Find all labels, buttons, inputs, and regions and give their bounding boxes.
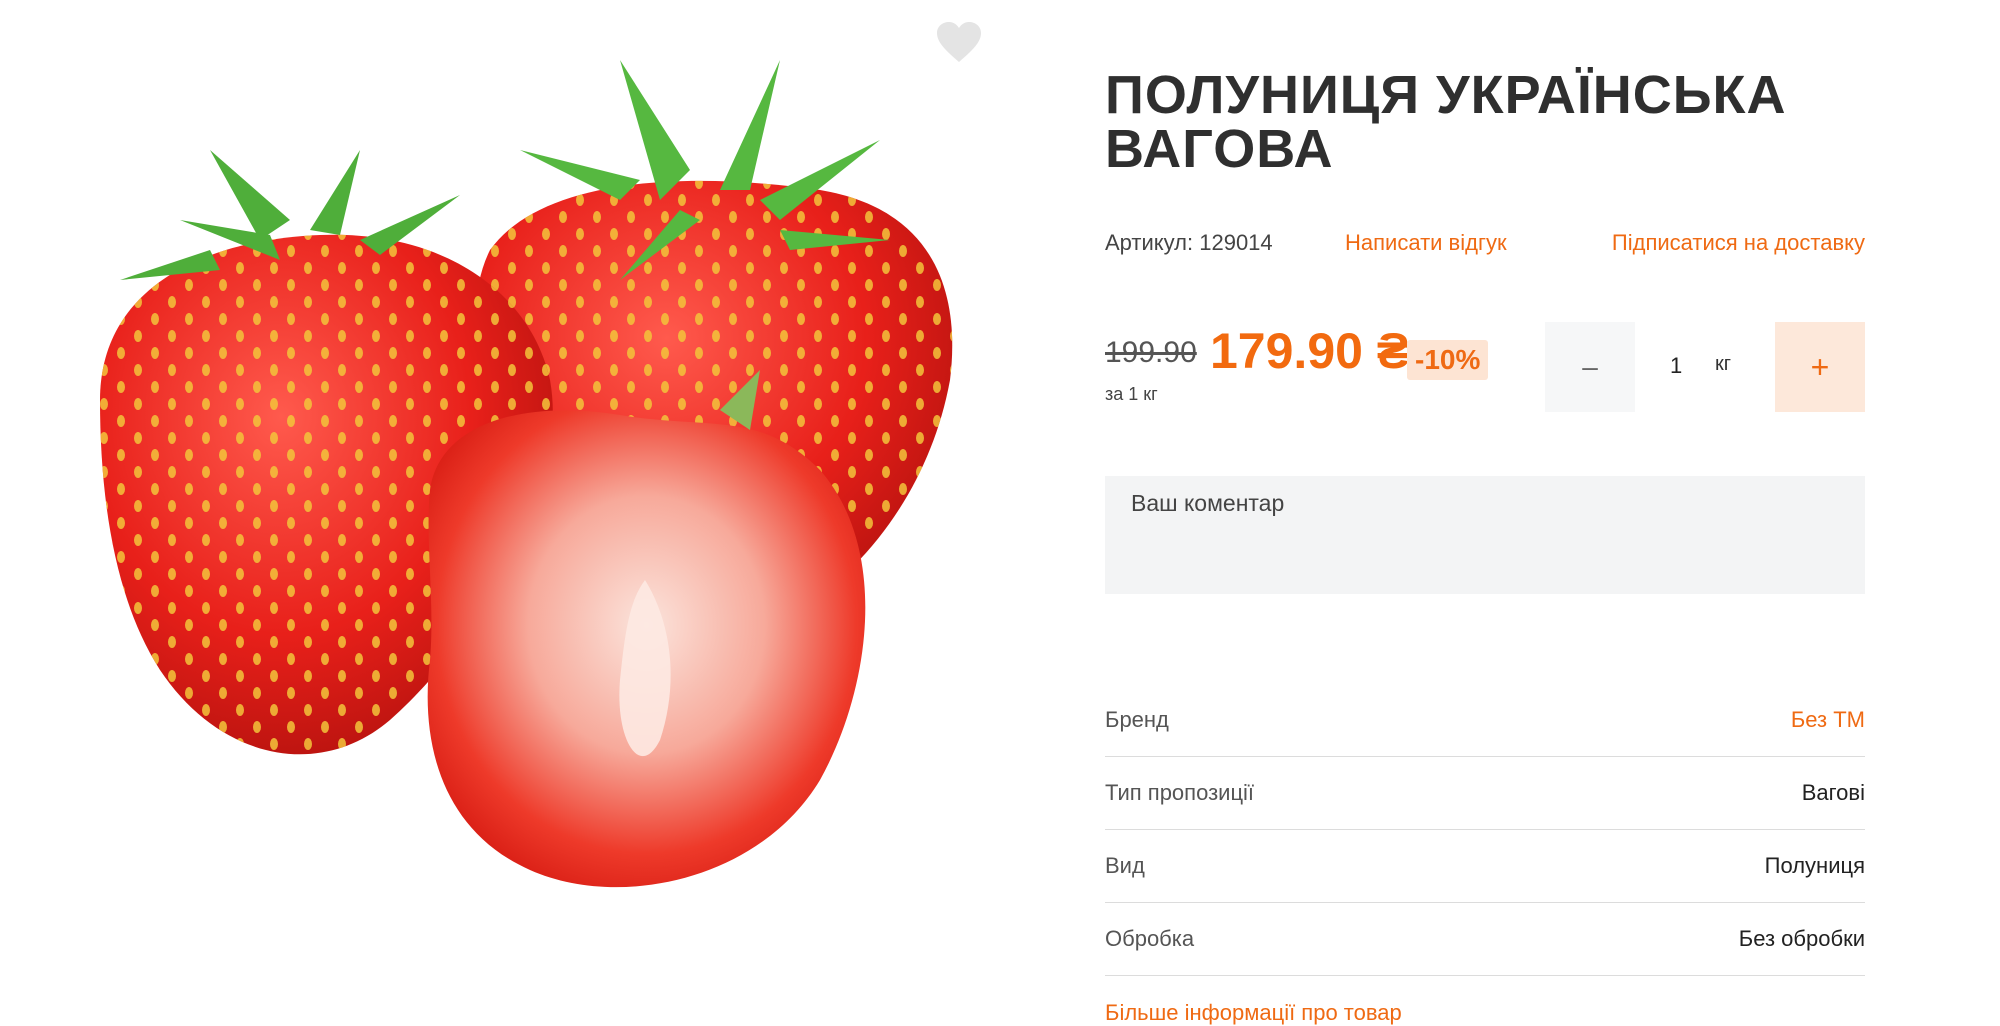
subscribe-delivery-link[interactable]: Підписатися на доставку xyxy=(1612,230,1865,256)
spec-row-kind: Вид Полуниця xyxy=(1105,830,1865,903)
spec-key: Бренд xyxy=(1105,707,1169,732)
spec-row-offer-type: Тип пропозиції Вагові xyxy=(1105,757,1865,830)
spec-row-processing: Обробка Без обробки xyxy=(1105,903,1865,976)
sku-label: Артикул: 129014 xyxy=(1105,230,1273,255)
spec-value: Полуниця xyxy=(1764,853,1865,878)
more-info-link[interactable]: Більше інформації про товар xyxy=(1105,1000,1402,1026)
price-block: 199.90 179.90 ₴ -10% за 1 кг – 1 кг + xyxy=(1105,322,1865,422)
plus-icon: + xyxy=(1810,348,1830,385)
strawberries-illustration xyxy=(100,60,953,888)
old-price: 199.90 xyxy=(1105,336,1197,369)
quantity-stepper: – 1 кг + xyxy=(1545,322,1865,412)
spec-key: Тип пропозиції xyxy=(1105,780,1255,805)
heart-icon[interactable] xyxy=(935,20,983,64)
write-review-link[interactable]: Написати відгук xyxy=(1345,230,1507,256)
spec-value: Без обробки xyxy=(1738,926,1865,951)
product-title: ПОЛУНИЦЯ УКРАЇНСЬКА ВАГОВА xyxy=(1105,65,1787,179)
quantity-unit: кг xyxy=(1715,353,1732,375)
current-price: 179.90 ₴ xyxy=(1210,323,1411,379)
price-per-unit: за 1 кг xyxy=(1105,384,1158,404)
specs-table: Бренд Без ТМ Тип пропозиції Вагові Вид П… xyxy=(1105,684,1865,976)
spec-value: Вагові xyxy=(1801,780,1865,805)
minus-icon: – xyxy=(1582,351,1598,382)
spec-row-brand: Бренд Без ТМ xyxy=(1105,684,1865,757)
spec-key: Обробка xyxy=(1105,926,1195,951)
comment-field[interactable] xyxy=(1105,476,1865,594)
discount-badge: -10% xyxy=(1407,340,1489,380)
decrease-quantity-button[interactable]: – xyxy=(1545,322,1635,412)
brand-link[interactable]: Без ТМ xyxy=(1791,707,1865,733)
quantity-value[interactable]: 1 xyxy=(1670,353,1682,379)
product-image xyxy=(60,20,1010,920)
spec-key: Вид xyxy=(1105,853,1145,878)
increase-quantity-button[interactable]: + xyxy=(1775,322,1865,412)
